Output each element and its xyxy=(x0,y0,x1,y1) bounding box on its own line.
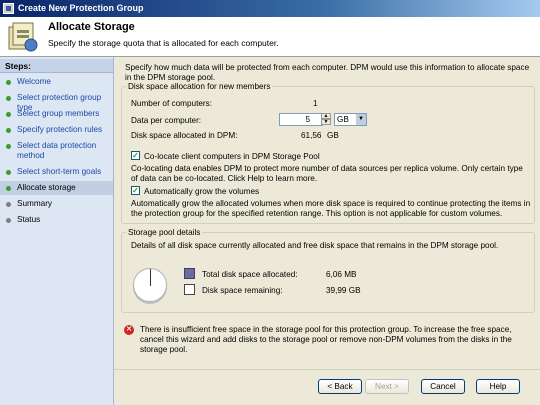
step-label: Specify protection rules xyxy=(17,125,103,134)
step-label: Status xyxy=(17,215,41,224)
pool-remaining-value: 39,99 GB xyxy=(326,286,361,295)
unit-select-value: GB xyxy=(337,115,349,124)
next-button[interactable]: Next > xyxy=(365,379,409,394)
unit-select[interactable]: GB ▼ xyxy=(334,113,367,126)
cancel-button[interactable]: Cancel xyxy=(421,379,465,394)
step-bullet-icon xyxy=(6,218,11,223)
step-label: Select group members xyxy=(17,109,100,118)
app-icon xyxy=(3,3,14,14)
step-item[interactable]: Welcome xyxy=(0,77,113,87)
step-label: Summary xyxy=(17,199,53,208)
data-per-computer-label: Data per computer: xyxy=(131,116,202,125)
error-message: There is insufficient free space in the … xyxy=(140,325,512,354)
wizard-footer: < Back Next > Cancel Help xyxy=(114,369,540,405)
window-title: Create New Protection Group xyxy=(18,3,144,13)
step-item[interactable]: Select short-term goals xyxy=(0,167,113,177)
pool-allocated-value: 6,06 MB xyxy=(326,270,357,279)
pool-remaining-label: Disk space remaining: xyxy=(202,286,283,295)
storage-icon xyxy=(8,22,38,52)
error-icon: ✕ xyxy=(124,325,134,335)
autogrow-description: Automatically grow the allocated volumes… xyxy=(131,199,531,218)
step-bullet-icon xyxy=(6,80,11,85)
dropdown-arrow-icon[interactable]: ▼ xyxy=(356,114,366,125)
back-button[interactable]: < Back xyxy=(318,379,362,394)
step-bullet-icon xyxy=(6,96,11,101)
step-label: Welcome xyxy=(17,77,51,86)
step-label: Select short-term goals xyxy=(17,167,102,176)
remaining-swatch xyxy=(184,284,195,295)
step-item[interactable]: Specify protection rules xyxy=(0,125,113,135)
title-bar: Create New Protection Group xyxy=(0,0,540,17)
step-bullet-icon xyxy=(6,128,11,133)
allocated-swatch xyxy=(184,268,195,279)
page-title: Allocate Storage xyxy=(48,21,135,33)
step-bullet-icon xyxy=(6,202,11,207)
help-button[interactable]: Help xyxy=(476,379,520,394)
step-item[interactable]: Allocate storage xyxy=(0,181,113,195)
step-bullet-icon xyxy=(6,112,11,117)
storage-pool-description: Details of all disk space currently allo… xyxy=(131,241,499,250)
chevron-down-icon[interactable]: ▼ xyxy=(321,119,331,125)
colocate-label[interactable]: Co-locate client computers in DPM Storag… xyxy=(144,152,320,161)
num-computers-label: Number of computers: xyxy=(131,99,212,108)
autogrow-label[interactable]: Automatically grow the volumes xyxy=(144,187,259,196)
step-label: Allocate storage xyxy=(17,183,76,192)
page-subtitle: Specify the storage quota that is alloca… xyxy=(48,38,279,48)
step-item[interactable]: Select data protection method xyxy=(0,141,113,161)
autogrow-checkbox[interactable]: ✓ xyxy=(131,186,140,195)
intro-text: Specify how much data will be protected … xyxy=(125,63,530,82)
data-per-computer-input[interactable]: 5 xyxy=(279,113,323,126)
storage-pool-legend: Storage pool details xyxy=(128,228,201,237)
step-bullet-icon xyxy=(6,186,11,191)
step-item[interactable]: Select group members xyxy=(0,109,113,119)
wizard-window: Create New Protection Group Allocate Sto… xyxy=(0,0,540,405)
colocate-description: Co-locating data enables DPM to protect … xyxy=(131,164,523,183)
step-item[interactable]: Summary xyxy=(0,199,113,209)
step-item[interactable]: Status xyxy=(0,215,113,225)
step-label: Select data protection method xyxy=(17,141,97,160)
step-bullet-icon xyxy=(6,170,11,175)
num-computers-value: 1 xyxy=(313,99,318,108)
main-panel: Specify how much data will be protected … xyxy=(115,57,540,369)
allocated-unit: GB xyxy=(327,131,339,140)
steps-heading: Steps: xyxy=(0,59,113,73)
colocate-checkbox[interactable]: ✓ xyxy=(131,151,140,160)
step-bullet-icon xyxy=(6,144,11,149)
pool-allocated-label: Total disk space allocated: xyxy=(202,270,298,279)
data-per-computer-stepper[interactable]: ▲ ▼ xyxy=(321,113,331,126)
allocated-value: 61,56 xyxy=(301,131,322,140)
allocated-label: Disk space allocated in DPM: xyxy=(131,131,238,140)
pie-slice-allocated xyxy=(150,269,151,286)
steps-sidebar: Steps: Welcome Select protection group ty… xyxy=(0,57,114,405)
disk-allocation-legend: Disk space allocation for new members xyxy=(128,82,271,91)
storage-pie-chart xyxy=(133,268,167,302)
wizard-header: Allocate Storage Specify the storage quo… xyxy=(0,17,540,57)
